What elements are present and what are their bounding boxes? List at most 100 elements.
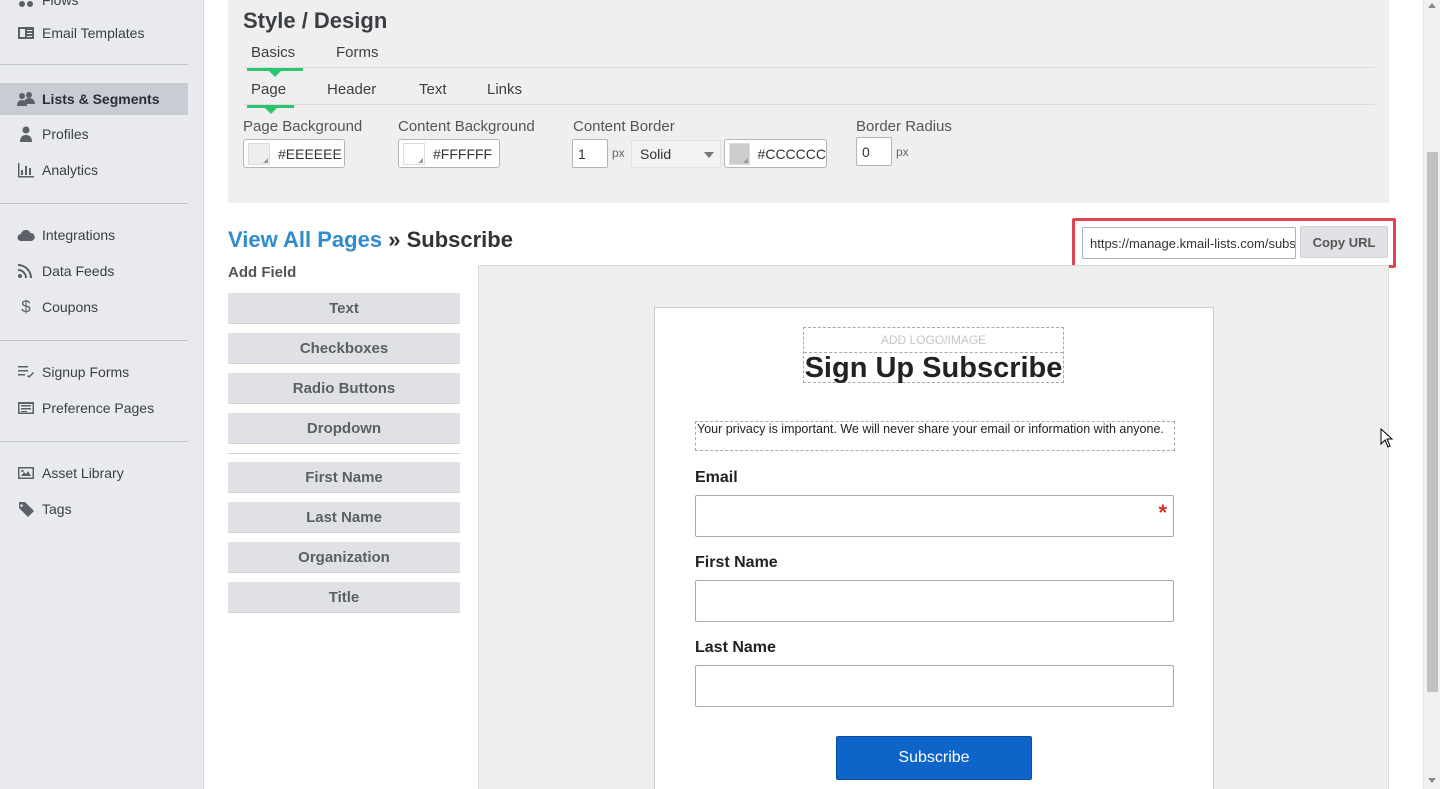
page-url-field[interactable]: https://manage.kmail-lists.com/subscript… (1082, 227, 1296, 259)
sidebar-item-label: Preference Pages (42, 400, 155, 416)
sidebar-item-analytics[interactable]: Analytics (0, 154, 188, 186)
first-name-field[interactable] (695, 580, 1174, 622)
border-style-value: Solid (640, 146, 672, 162)
form-title[interactable]: Sign Up Subscribe (804, 352, 1063, 385)
chevron-down-icon (704, 152, 714, 158)
sidebar-item-preference-pages[interactable]: Preference Pages (0, 392, 188, 424)
border-style-select[interactable]: Solid (631, 140, 721, 168)
dollar-icon: $ (21, 297, 31, 316)
sidebar-item-label: Flows (42, 0, 79, 8)
add-organization-button[interactable]: Organization (228, 542, 460, 573)
add-last-name-button[interactable]: Last Name (228, 502, 460, 533)
sidebar-item-asset-library[interactable]: Asset Library (0, 457, 188, 489)
scroll-up-arrow-icon[interactable] (1428, 3, 1436, 8)
px-unit: px (896, 145, 909, 159)
email-field[interactable]: * (695, 495, 1174, 537)
sidebar-item-profiles[interactable]: Profiles (0, 118, 188, 150)
subscribe-button[interactable]: Subscribe (836, 736, 1032, 780)
border-width-input[interactable]: 1 (572, 139, 608, 168)
add-dropdown-button[interactable]: Dropdown (228, 413, 460, 444)
tag-icon (16, 500, 36, 518)
rss-icon (16, 262, 36, 280)
add-radio-buttons-button[interactable]: Radio Buttons (228, 373, 460, 404)
add-checkboxes-button[interactable]: Checkboxes (228, 333, 460, 364)
sidebar-divider (0, 340, 188, 341)
add-text-field-button[interactable]: Text (228, 293, 460, 324)
mouse-cursor-icon (1380, 428, 1394, 448)
color-swatch-icon[interactable] (248, 142, 270, 165)
color-swatch-icon[interactable] (403, 142, 425, 165)
sidebar-item-data-feeds[interactable]: Data Feeds (0, 255, 188, 287)
add-first-name-button[interactable]: First Name (228, 462, 460, 493)
tab-forms[interactable]: Forms (336, 44, 379, 68)
sidebar-item-coupons[interactable]: $ Coupons (0, 291, 188, 323)
content-background-value: #FFFFFF (433, 145, 493, 162)
sidebar: Flows Email Templates Lists & Segments P… (0, 0, 204, 789)
sidebar-item-flows[interactable]: Flows (0, 0, 188, 16)
sidebar-item-label: Signup Forms (42, 364, 130, 380)
breadcrumb-current: Subscribe (406, 227, 513, 252)
sidebar-item-label: Coupons (42, 299, 99, 315)
view-all-pages-link[interactable]: View All Pages (228, 227, 382, 252)
px-unit: px (612, 146, 625, 160)
border-radius-input[interactable]: 0 (856, 137, 892, 166)
copy-url-button[interactable]: Copy URL (1300, 226, 1388, 258)
sidebar-item-integrations[interactable]: Integrations (0, 219, 188, 251)
users-icon (16, 90, 36, 108)
sidebar-item-tags[interactable]: Tags (0, 493, 188, 525)
last-name-field[interactable] (695, 665, 1174, 707)
privacy-text[interactable]: Your privacy is important. We will never… (695, 421, 1175, 451)
sidebar-divider (0, 64, 188, 65)
style-subtabs: Page Header Text Links (243, 81, 1375, 114)
breadcrumb-separator: » (388, 227, 401, 252)
last-name-label: Last Name (695, 639, 776, 656)
tab-text[interactable]: Text (419, 81, 447, 105)
sidebar-item-label: Data Feeds (42, 263, 115, 279)
breadcrumb: View All Pages » Subscribe (228, 227, 513, 253)
scroll-down-arrow-icon[interactable] (1428, 778, 1436, 783)
page-background-color-input[interactable]: #EEEEEE (243, 139, 345, 168)
sidebar-item-label: Integrations (42, 227, 116, 243)
main-content: Style / Design Basics Forms Page Header … (205, 0, 1423, 789)
sidebar-item-email-templates[interactable]: Email Templates (0, 17, 188, 49)
preference-page-icon (16, 399, 36, 417)
sidebar-item-label: Analytics (42, 162, 99, 178)
page-background-value: #EEEEEE (278, 145, 342, 162)
email-label: Email (695, 469, 738, 486)
page-title: Style / Design (243, 8, 388, 33)
border-radius-label: Border Radius (856, 118, 952, 135)
sidebar-item-lists-segments[interactable]: Lists & Segments (0, 83, 188, 115)
flows-icon (16, 0, 36, 9)
sidebar-item-label: Lists & Segments (42, 91, 160, 107)
tab-basics[interactable]: Basics (246, 44, 304, 77)
bar-chart-icon (16, 161, 36, 179)
content-border-color-input[interactable]: #CCCCCC (724, 139, 827, 168)
color-swatch-icon[interactable] (729, 142, 750, 165)
sidebar-item-label: Asset Library (42, 465, 124, 481)
sidebar-item-label: Profiles (42, 126, 89, 142)
required-mark: * (1158, 500, 1167, 525)
sidebar-item-signup-forms[interactable]: Signup Forms (0, 356, 188, 388)
scrollbar[interactable] (1423, 0, 1440, 789)
profile-icon (16, 125, 36, 143)
tab-page[interactable]: Page (246, 81, 295, 114)
list-icon (16, 363, 36, 381)
style-design-panel: Style / Design Basics Forms Page Header … (228, 0, 1389, 203)
sidebar-item-label: Email Templates (42, 25, 145, 41)
logo-placeholder[interactable]: ADD LOGO/IMAGE Sign Up Subscribe (803, 327, 1064, 385)
content-background-color-input[interactable]: #FFFFFF (398, 139, 500, 168)
email-templates-icon (16, 24, 36, 42)
image-icon (16, 464, 36, 482)
sidebar-divider (0, 203, 188, 204)
logo-placeholder-text: ADD LOGO/IMAGE (880, 333, 987, 347)
tab-header[interactable]: Header (327, 81, 376, 105)
first-name-label: First Name (695, 554, 778, 571)
sidebar-divider (0, 441, 188, 442)
add-title-button[interactable]: Title (228, 582, 460, 613)
content-background-label: Content Background (398, 118, 535, 135)
content-border-label: Content Border (573, 118, 675, 135)
tab-links[interactable]: Links (487, 81, 522, 105)
cloud-icon (16, 226, 36, 244)
form-preview: ADD LOGO/IMAGE Sign Up Subscribe Your pr… (478, 265, 1389, 789)
scroll-thumb[interactable] (1427, 152, 1438, 692)
